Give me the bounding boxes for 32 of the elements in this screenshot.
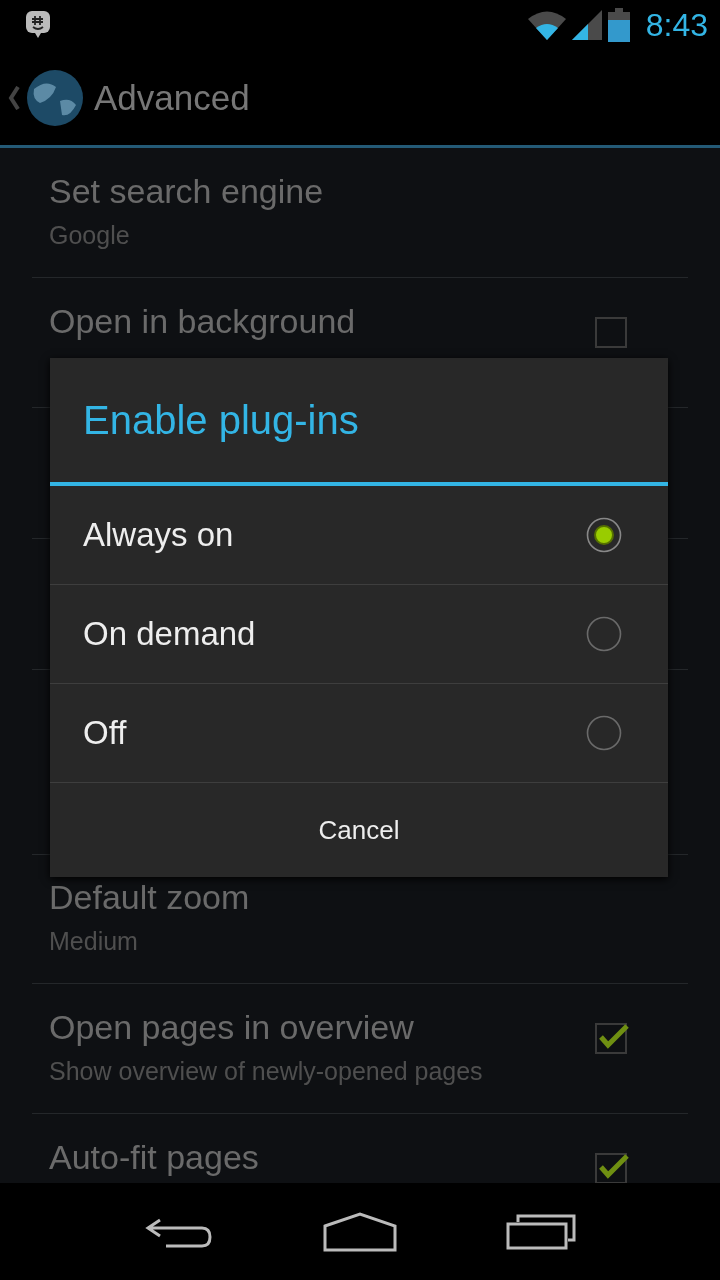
setting-title: Default zoom bbox=[49, 878, 250, 917]
radio-option[interactable]: On demand bbox=[50, 585, 668, 684]
wifi-icon bbox=[527, 10, 566, 40]
setting-title: Set search engine bbox=[49, 172, 324, 211]
dialog-title: Enable plug-ins bbox=[50, 358, 668, 486]
option-label: On demand bbox=[83, 615, 256, 653]
settings-item[interactable]: Open pages in overview Show overview of newly-opened pages bbox=[32, 984, 688, 1114]
option-label: Always on bbox=[83, 516, 234, 554]
radio-button[interactable] bbox=[585, 615, 623, 653]
settings-item[interactable]: Set search engine Google bbox=[32, 148, 688, 278]
radio-option[interactable]: Always on bbox=[50, 486, 668, 585]
setting-summary: Medium bbox=[49, 927, 139, 956]
setting-summary: Show overview of newly-opened pages bbox=[49, 1057, 483, 1086]
cancel-button[interactable]: Cancel bbox=[50, 783, 668, 877]
battery-icon bbox=[607, 8, 630, 42]
clock-time: 8:43 bbox=[645, 6, 708, 44]
setting-title: Open in background bbox=[49, 302, 356, 341]
caret-icon bbox=[8, 85, 20, 110]
setting-summary: Google bbox=[49, 221, 131, 250]
home-icon[interactable] bbox=[323, 1211, 397, 1252]
chat-bubble-icon bbox=[26, 11, 50, 39]
checked-checkbox[interactable] bbox=[595, 1150, 631, 1183]
setting-title: Auto-fit pages bbox=[49, 1138, 259, 1177]
screen-title: Advanced bbox=[94, 77, 250, 118]
setting-title: Open pages in overview bbox=[49, 1008, 415, 1047]
radio-button[interactable] bbox=[585, 714, 623, 752]
signal-icon bbox=[571, 10, 602, 40]
globe-icon bbox=[26, 68, 84, 127]
selected-radio-button[interactable] bbox=[585, 516, 623, 554]
option-label: Off bbox=[83, 714, 127, 752]
recent-apps-icon[interactable] bbox=[505, 1213, 576, 1250]
checked-checkbox[interactable] bbox=[595, 1020, 631, 1054]
